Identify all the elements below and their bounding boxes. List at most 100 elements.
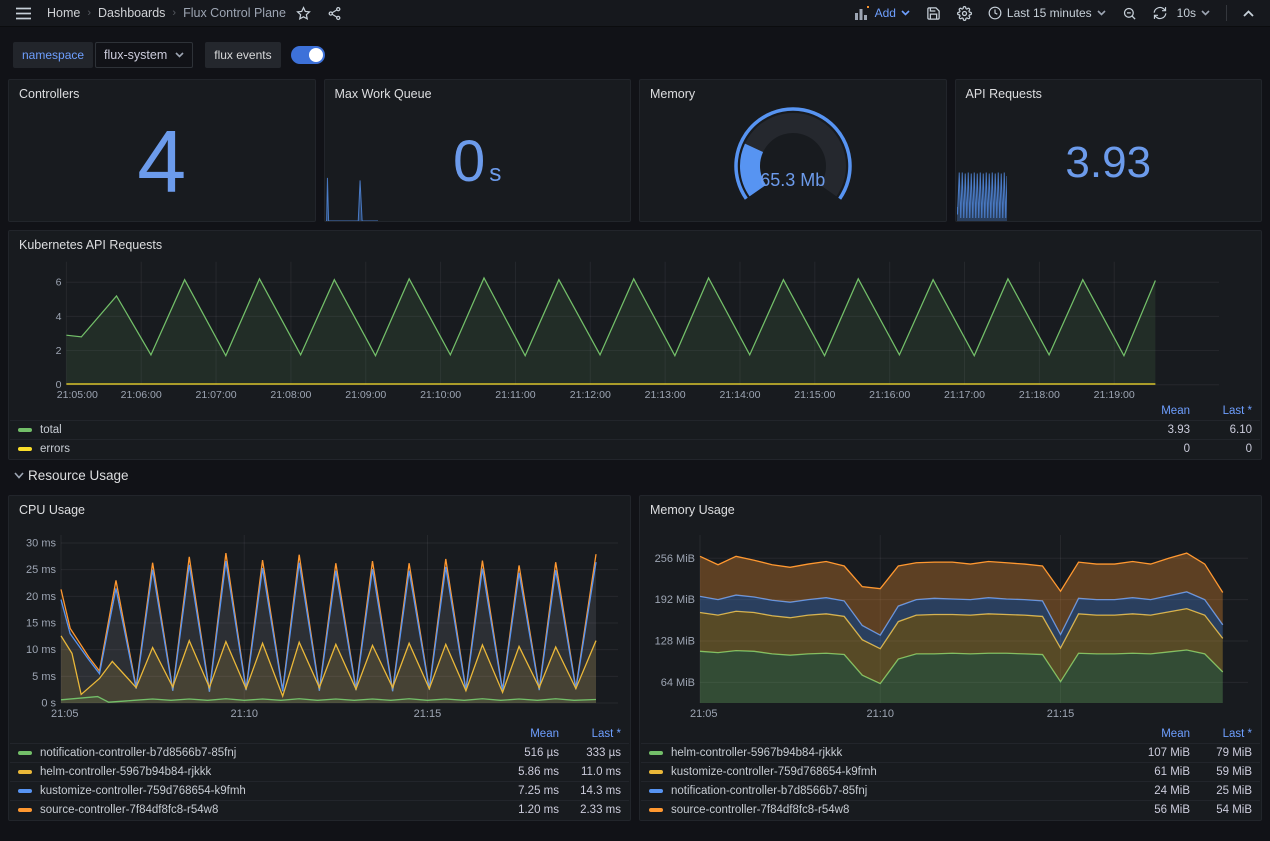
flux-events-toggle[interactable]	[291, 46, 325, 64]
namespace-variable-select[interactable]: flux-system	[95, 42, 193, 68]
svg-text:64 MiB: 64 MiB	[661, 677, 695, 689]
panel-memory-usage: Memory Usage 64 MiB128 MiB192 MiB256 MiB…	[639, 495, 1262, 821]
svg-text:21:10:00: 21:10:00	[420, 389, 461, 401]
svg-text:6: 6	[56, 277, 62, 289]
gauge-arc	[714, 106, 872, 218]
chevron-down-icon	[175, 52, 184, 58]
svg-text:21:12:00: 21:12:00	[570, 389, 611, 401]
chevron-up-icon	[1243, 10, 1254, 17]
series-value: 516 µs	[497, 747, 559, 759]
panel-title[interactable]: Kubernetes API Requests	[9, 231, 1261, 254]
menu-button[interactable]	[10, 4, 37, 23]
legend-row[interactable]: helm-controller-5967b94b84-rjkkk107 MiB7…	[641, 743, 1260, 762]
favorite-star-button[interactable]	[290, 3, 317, 24]
refresh-interval-dropdown[interactable]: 10s	[1177, 3, 1216, 23]
save-dashboard-button[interactable]	[920, 3, 947, 24]
zoom-out-time-button[interactable]	[1116, 3, 1143, 24]
panel-title[interactable]: CPU Usage	[9, 496, 630, 519]
svg-text:21:13:00: 21:13:00	[645, 389, 686, 401]
legend-row[interactable]: kustomize-controller-759d768654-k9fmh7.2…	[10, 781, 629, 800]
legend-row[interactable]: notification-controller-b7d8566b7-85fnj5…	[10, 743, 629, 762]
chevron-down-icon	[1201, 10, 1210, 16]
breadcrumb-dashboards[interactable]: Dashboards	[98, 6, 165, 20]
series-label[interactable]: notification-controller-b7d8566b7-85fnj	[671, 785, 1128, 797]
svg-text:21:16:00: 21:16:00	[869, 389, 910, 401]
series-label[interactable]: helm-controller-5967b94b84-rjkkk	[40, 766, 497, 778]
legend-header: MeanLast *	[10, 402, 1260, 420]
svg-text:2: 2	[56, 345, 62, 357]
navbar-divider	[1226, 5, 1227, 21]
legend-column-header[interactable]: Mean	[497, 728, 559, 740]
legend-row[interactable]: notification-controller-b7d8566b7-85fnj2…	[641, 781, 1260, 800]
series-color-swatch	[18, 751, 32, 755]
api-requests-sparkline	[957, 171, 1007, 221]
legend-column-header[interactable]: Last *	[1190, 405, 1252, 417]
panel-title[interactable]: API Requests	[956, 80, 1262, 103]
legend-column-header[interactable]: Last *	[559, 728, 621, 740]
chevron-down-icon	[901, 10, 910, 16]
series-value: 6.10	[1190, 424, 1252, 436]
legend-column-header[interactable]: Last *	[1190, 728, 1252, 740]
legend-row[interactable]: helm-controller-5967b94b84-rjkkk5.86 ms1…	[10, 762, 629, 781]
section-resource-usage[interactable]: Resource Usage	[14, 468, 1262, 483]
legend-table: MeanLast * notification-controller-b7d856…	[10, 725, 629, 819]
memory-gauge-value: 65.3 Mb	[760, 170, 825, 191]
panel-title[interactable]: Memory Usage	[640, 496, 1261, 519]
dashboard-settings-button[interactable]	[951, 3, 978, 24]
svg-text:21:15: 21:15	[1047, 708, 1075, 720]
series-color-swatch	[18, 808, 32, 812]
legend-row[interactable]: errors00	[10, 439, 1260, 458]
add-chart-icon	[854, 6, 870, 20]
panel-title[interactable]: Memory	[640, 80, 946, 103]
svg-text:21:10: 21:10	[230, 708, 258, 720]
share-button[interactable]	[321, 3, 348, 24]
panel-cpu-usage: CPU Usage 0 s5 ms10 ms15 ms20 ms25 ms30 …	[8, 495, 631, 821]
refresh-button[interactable]	[1147, 3, 1173, 23]
legend-table: MeanLast *total3.936.10errors00	[10, 402, 1260, 458]
gear-icon	[957, 6, 972, 21]
series-label[interactable]: notification-controller-b7d8566b7-85fnj	[40, 747, 497, 759]
svg-text:21:14:00: 21:14:00	[719, 389, 760, 401]
panel-api-requests: API Requests 3.93	[955, 79, 1263, 222]
cpu-usage-chart: 0 s5 ms10 ms15 ms20 ms25 ms30 ms21:0521:…	[17, 521, 624, 725]
legend-row[interactable]: kustomize-controller-759d768654-k9fmh61 …	[641, 762, 1260, 781]
legend-column-header[interactable]: Mean	[1128, 728, 1190, 740]
add-panel-button[interactable]: Add	[848, 3, 916, 23]
breadcrumb-home[interactable]: Home	[47, 6, 80, 20]
series-label[interactable]: errors	[40, 443, 1128, 455]
time-range-picker[interactable]: Last 15 minutes	[982, 3, 1112, 23]
legend-row[interactable]: source-controller-7f84df8fc8-r54w856 MiB…	[641, 800, 1260, 819]
series-color-swatch	[18, 770, 32, 774]
legend-row[interactable]: total3.936.10	[10, 420, 1260, 439]
series-color-swatch	[649, 808, 663, 812]
series-value: 0	[1190, 443, 1252, 455]
series-label[interactable]: total	[40, 424, 1128, 436]
memory-usage-chart: 64 MiB128 MiB192 MiB256 MiB21:0521:1021:…	[648, 521, 1254, 725]
series-label[interactable]: source-controller-7f84df8fc8-r54w8	[40, 804, 497, 816]
panel-title[interactable]: Max Work Queue	[325, 80, 631, 103]
series-value: 79 MiB	[1190, 747, 1252, 759]
series-color-swatch	[649, 770, 663, 774]
flux-events-label: flux events	[205, 42, 280, 68]
legend-row[interactable]: source-controller-7f84df8fc8-r54w81.20 m…	[10, 800, 629, 819]
series-label[interactable]: helm-controller-5967b94b84-rjkkk	[671, 747, 1128, 759]
series-color-swatch	[18, 447, 32, 451]
svg-text:21:18:00: 21:18:00	[1019, 389, 1060, 401]
refresh-icon	[1153, 6, 1167, 20]
series-label[interactable]: kustomize-controller-759d768654-k9fmh	[40, 785, 497, 797]
stat-body: 3.93	[956, 103, 1262, 221]
svg-text:21:19:00: 21:19:00	[1094, 389, 1135, 401]
series-label[interactable]: source-controller-7f84df8fc8-r54w8	[671, 804, 1128, 816]
series-label[interactable]: kustomize-controller-759d768654-k9fmh	[671, 766, 1128, 778]
legend-column-header[interactable]: Mean	[1128, 405, 1190, 417]
collapse-toolbar-button[interactable]	[1237, 7, 1260, 20]
series-value: 333 µs	[559, 747, 621, 759]
panel-title[interactable]: Controllers	[9, 80, 315, 103]
series-value: 2.33 ms	[559, 804, 621, 816]
series-value: 24 MiB	[1128, 785, 1190, 797]
clock-icon	[988, 6, 1002, 20]
api-requests-value: 3.93	[1065, 141, 1151, 185]
breadcrumb-separator: ›	[87, 7, 91, 19]
resource-usage-row: CPU Usage 0 s5 ms10 ms15 ms20 ms25 ms30 …	[8, 495, 1262, 821]
series-value: 56 MiB	[1128, 804, 1190, 816]
